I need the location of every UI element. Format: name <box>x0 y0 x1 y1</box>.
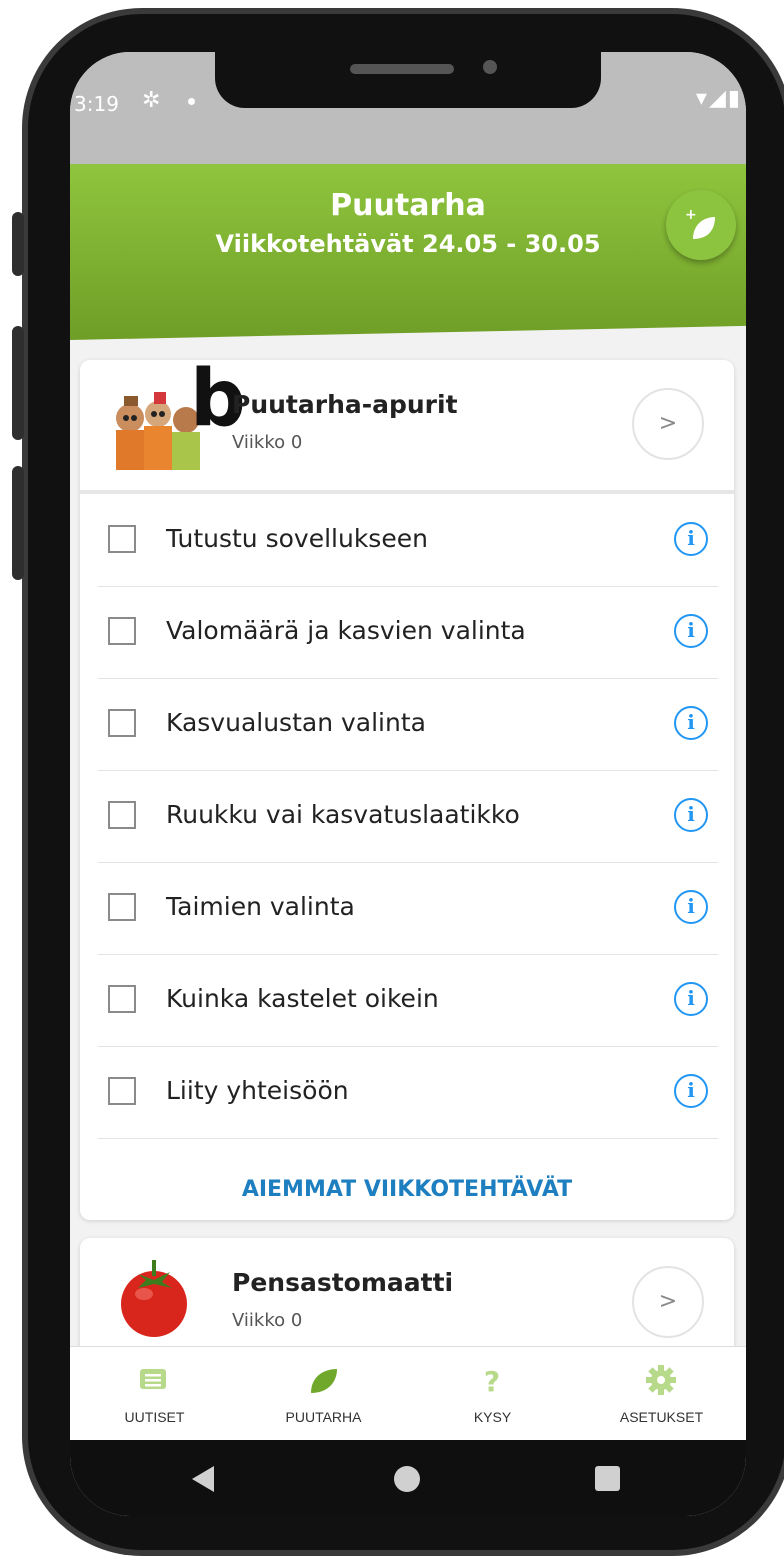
info-icon[interactable]: i <box>674 614 708 648</box>
tomato-icon <box>121 1260 187 1337</box>
task-checkbox[interactable] <box>108 801 136 829</box>
task-checkbox[interactable] <box>108 525 136 553</box>
task-label: Kuinka kastelet oikein <box>166 984 439 1013</box>
nav-tab-asetukset[interactable]: ASETUKSET <box>577 1347 746 1441</box>
task-label: Valomäärä ja kasvien valinta <box>166 616 526 645</box>
task-item[interactable]: Liity yhteisöön i <box>98 1046 718 1139</box>
task-checkbox[interactable] <box>108 617 136 645</box>
svg-text:+: + <box>685 207 697 223</box>
svg-text:?: ? <box>484 1365 500 1395</box>
status-time: 3:19 <box>74 92 119 116</box>
task-item[interactable]: Kuinka kastelet oikein i <box>98 954 718 1047</box>
add-leaf-icon: + <box>685 207 715 239</box>
task-item[interactable]: Kasvualustan valinta i <box>98 678 718 771</box>
task-checkbox[interactable] <box>108 709 136 737</box>
news-icon <box>140 1369 166 1389</box>
system-navigation-bar <box>70 1440 746 1516</box>
speaker-icon <box>350 64 454 74</box>
task-label: Taimien valinta <box>166 892 355 921</box>
back-icon[interactable] <box>192 1466 214 1492</box>
open-plant-button[interactable]: > <box>632 388 704 460</box>
task-label: Kasvualustan valinta <box>166 708 426 737</box>
phone-side-button <box>12 212 24 276</box>
nav-label: ASETUKSET <box>619 1409 704 1425</box>
info-icon[interactable]: i <box>674 798 708 832</box>
nav-label: UUTISET <box>124 1409 185 1425</box>
task-item[interactable]: Taimien valinta i <box>98 862 718 955</box>
task-label: Ruukku vai kasvatuslaatikko <box>166 800 520 829</box>
plant-name: Pensastomaatti <box>232 1268 454 1297</box>
info-icon[interactable]: i <box>674 982 708 1016</box>
task-checkbox[interactable] <box>108 893 136 921</box>
plant-week: Viikko 0 <box>232 1310 303 1331</box>
page-subtitle: Viikkotehtävät 24.05 - 30.05 <box>215 230 601 258</box>
gear-icon <box>646 1365 676 1395</box>
nav-tab-kysy[interactable]: ? KYSY <box>408 1347 577 1441</box>
info-icon[interactable]: i <box>674 1074 708 1108</box>
nav-tab-puutarha[interactable]: PUUTARHA <box>239 1347 408 1441</box>
plant-name: Puutarha-apurit <box>232 390 458 419</box>
info-icon[interactable]: i <box>674 522 708 556</box>
plant-card: b Puutarha-apurit Viikko 0 > Tutustu sov… <box>80 360 734 1220</box>
phone-side-button <box>12 326 24 440</box>
status-gear-icon: ✲ <box>142 88 161 113</box>
notification-dot-icon <box>188 98 195 105</box>
info-icon[interactable]: i <box>674 890 708 924</box>
home-icon[interactable] <box>394 1466 420 1492</box>
app-screen: 3:19 ✲ ▾◢▮ Puutarha Viikkotehtävät 24.05… <box>70 52 746 1516</box>
plant-header[interactable]: b Puutarha-apurit Viikko 0 > <box>80 360 734 494</box>
chevron-right-icon: > <box>658 411 678 436</box>
camera-notch <box>215 52 601 108</box>
page-title: Puutarha <box>330 188 486 223</box>
previous-tasks-link[interactable]: AIEMMAT VIIKKOTEHTÄVÄT <box>80 1160 734 1220</box>
recent-apps-icon[interactable] <box>595 1466 620 1491</box>
chevron-right-icon: > <box>658 1289 678 1314</box>
bottom-navigation: UUTISET PUUTARHA ? KYSY ASETUKSET <box>70 1346 746 1441</box>
task-item[interactable]: Ruukku vai kasvatuslaatikko i <box>98 770 718 863</box>
nav-tab-uutiset[interactable]: UUTISET <box>70 1347 239 1441</box>
plant-week: Viikko 0 <box>232 432 303 453</box>
leaf-icon <box>311 1369 337 1393</box>
app-header: Puutarha Viikkotehtävät 24.05 - 30.05 <box>70 164 746 340</box>
add-plant-button[interactable]: + <box>666 190 736 260</box>
nav-label: PUUTARHA <box>285 1409 362 1425</box>
task-checkbox[interactable] <box>108 985 136 1013</box>
task-item[interactable]: Tutustu sovellukseen i <box>98 494 718 587</box>
info-icon[interactable]: i <box>674 706 708 740</box>
nav-label: KYSY <box>473 1409 512 1425</box>
open-plant-button[interactable]: > <box>632 1266 704 1338</box>
task-label: Tutustu sovellukseen <box>166 524 428 553</box>
camera-icon <box>483 60 497 74</box>
phone-side-button <box>12 466 24 580</box>
task-checkbox[interactable] <box>108 1077 136 1105</box>
task-item[interactable]: Valomäärä ja kasvien valinta i <box>98 586 718 679</box>
question-icon: ? <box>484 1365 500 1395</box>
signal-battery-icon: ▾◢▮ <box>695 86 742 111</box>
task-label: Liity yhteisöön <box>166 1076 349 1105</box>
